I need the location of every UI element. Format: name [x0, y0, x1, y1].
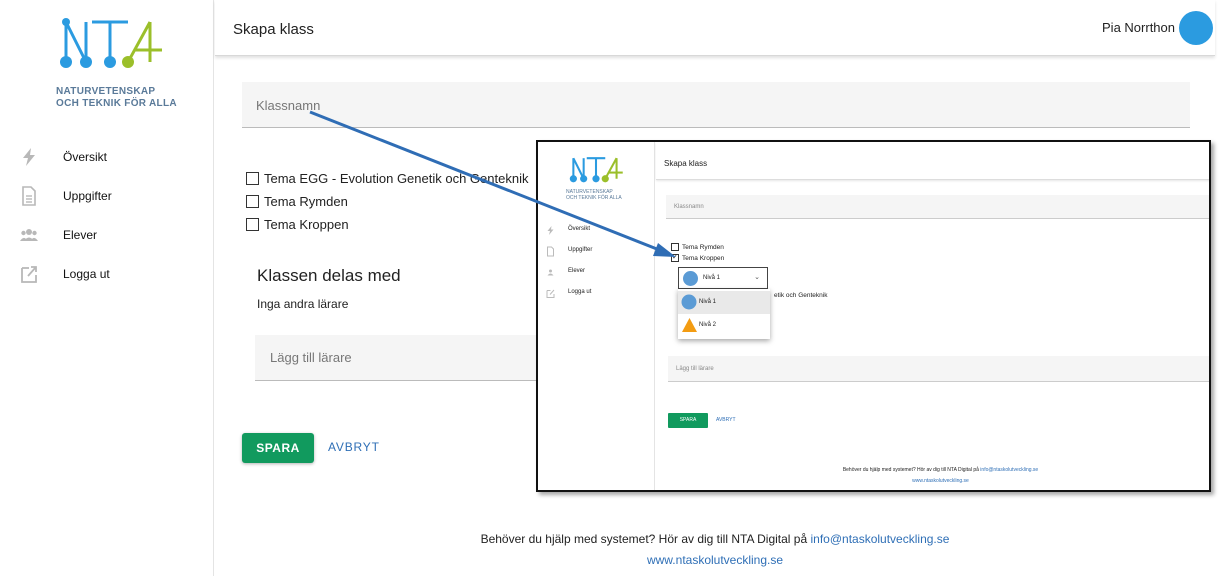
inset-header: Skapa klass [656, 142, 1209, 180]
inset-sidebar-item-label: Logga ut [568, 289, 592, 295]
inset-level-option-label: Nivå 1 [699, 299, 717, 305]
sidebar-item-label: Elever [63, 227, 98, 242]
inset-theme-checkbox-kroppen[interactable]: ✓ Tema Kroppen [671, 254, 724, 262]
inset-level-menu: Nivå 1 Nivå 2 [678, 289, 770, 339]
inset-sidebar-item-oversikt[interactable]: Översikt [538, 222, 655, 242]
lightning-icon [23, 147, 35, 166]
document-icon [22, 185, 36, 206]
page-title: Skapa klass [233, 21, 314, 38]
theme-checkbox-egg[interactable]: Tema EGG - Evolution Genetik och Gentekn… [246, 171, 528, 186]
footer-help: Behöver du hjälp med systemet? Hör av di… [215, 532, 1215, 546]
checkbox-label: Tema EGG - Evolution Genetik och Gentekn… [264, 171, 529, 186]
inset-add-teacher-placeholder: Lägg till lärare [676, 366, 714, 372]
app-window: NATURVETENSKAP OCH TEKNIK FÖR ALLA Övers… [0, 0, 1227, 576]
add-teacher-placeholder: Lägg till lärare [270, 350, 352, 365]
checkbox[interactable] [671, 243, 679, 251]
inset-level-option-1[interactable]: Nivå 1 [678, 291, 770, 314]
inset-level-option-2[interactable]: Nivå 2 [678, 314, 770, 337]
checkbox-checked[interactable]: ✓ [671, 254, 679, 262]
chevron-down-icon: ⌄ [754, 274, 760, 281]
logo-tagline-line-2: OCH TEKNIK FÖR ALLA [56, 98, 177, 109]
sidebar-item-elever[interactable]: Elever [0, 215, 214, 254]
sidebar-item-uppgifter[interactable]: Uppgifter [0, 176, 214, 215]
sidebar-item-oversikt[interactable]: Översikt [0, 137, 214, 176]
avatar[interactable] [1179, 11, 1213, 45]
inset-screenshot: NATURVETENSKAP OCH TEKNIK FÖR ALLA Övers… [536, 140, 1211, 492]
inset-level-select-value: Nivå 1 [703, 275, 721, 281]
inset-logo-tagline-line-2: OCH TEKNIK FÖR ALLA [566, 195, 622, 201]
inset-theme-checkbox-rymden[interactable]: Tema Rymden [671, 243, 724, 251]
inset-sidebar-item-uppgifter[interactable]: Uppgifter [538, 243, 655, 263]
class-name-placeholder: Klassnamn [256, 98, 321, 113]
inset-add-teacher-field[interactable]: Lägg till lärare [668, 356, 1209, 382]
checkbox[interactable] [246, 195, 259, 208]
theme-checkbox-rymden[interactable]: Tema Rymden [246, 194, 348, 209]
sidebar-item-label: Uppgifter [63, 188, 112, 203]
inset-cancel-button[interactable]: AVBRYT [716, 417, 736, 423]
shared-with-none-text: Inga andra lärare [257, 297, 349, 311]
class-name-field[interactable]: Klassnamn [242, 82, 1190, 128]
inset-class-name-placeholder: Klassnamn [674, 204, 704, 210]
inset-footer-help: Behöver du hjälp med systemet? Hör av di… [668, 467, 1209, 473]
checkbox-label: Tema Kroppen [682, 254, 725, 262]
inset-footer-website-link[interactable]: www.ntaskolutveckling.se [912, 478, 969, 484]
theme-checkbox-kroppen[interactable]: Tema Kroppen [246, 217, 349, 232]
sidebar-nav: Översikt Uppgifter Elever Logga ut [0, 137, 214, 293]
footer-website-link[interactable]: www.ntaskolutveckling.se [647, 553, 783, 567]
checkbox[interactable] [246, 172, 259, 185]
inset-sidebar-item-elever[interactable]: Elever [538, 264, 655, 284]
inset-footer-email-link[interactable]: info@ntaskolutveckling.se [980, 467, 1038, 473]
lightning-icon [547, 226, 554, 235]
inset-sidebar-item-logga-ut[interactable]: Logga ut [538, 285, 655, 305]
inset-save-button[interactable]: SPARA [668, 413, 708, 428]
logo-tagline: NATURVETENSKAP OCH TEKNIK FÖR ALLA [56, 86, 177, 110]
external-link-icon [21, 265, 37, 283]
people-icon [547, 269, 554, 276]
checkbox-label: Tema Rymden [682, 243, 724, 251]
sidebar-item-logga-ut[interactable]: Logga ut [0, 254, 214, 293]
checkbox-label: Tema Rymden [264, 194, 348, 209]
external-link-icon [546, 289, 555, 298]
sidebar: NATURVETENSKAP OCH TEKNIK FÖR ALLA Övers… [0, 0, 214, 576]
inset-sidebar-item-label: Elever [568, 268, 586, 274]
inset-level-option-label: Nivå 2 [699, 322, 717, 328]
checkbox[interactable] [246, 218, 259, 231]
top-header: Skapa klass Pia Norrthon [215, 0, 1215, 56]
inset-footer-help-text: Behöver du hjälp med systemet? Hör av di… [842, 467, 981, 473]
inset-nta-logo [569, 157, 623, 183]
sidebar-item-label: Logga ut [63, 266, 110, 281]
inset-sidebar-item-label: Uppgifter [568, 247, 593, 253]
cancel-button[interactable]: AVBRYT [328, 440, 380, 454]
inset-footer-website: www.ntaskolutveckling.se [668, 478, 1209, 484]
footer-website: www.ntaskolutveckling.se [215, 553, 1215, 567]
triangle-level-icon [682, 318, 697, 332]
footer-help-text: Behöver du hjälp med systemet? Hör av di… [480, 532, 811, 546]
inset-logo-tagline: NATURVETENSKAP OCH TEKNIK FÖR ALLA [566, 189, 622, 201]
circle-level-icon [681, 294, 697, 310]
inset-sidebar-item-label: Översikt [568, 226, 591, 232]
checkbox-label: Tema Kroppen [264, 217, 349, 232]
inset-partial-theme-text: etik och Genteknik [774, 292, 828, 299]
inset-sidebar: NATURVETENSKAP OCH TEKNIK FÖR ALLA Övers… [538, 142, 655, 490]
shared-with-heading: Klassen delas med [257, 266, 401, 285]
sidebar-item-label: Översikt [63, 149, 108, 164]
people-icon [20, 228, 38, 241]
user-name[interactable]: Pia Norrthon [1102, 20, 1175, 35]
logo-tagline-line-1: NATURVETENSKAP [56, 86, 156, 97]
document-icon [547, 246, 554, 257]
save-button[interactable]: SPARA [242, 433, 314, 463]
inset-page-title: Skapa klass [664, 159, 708, 168]
footer-email-link[interactable]: info@ntaskolutveckling.se [811, 532, 950, 546]
circle-level-icon [683, 271, 698, 286]
inset-level-select[interactable]: Nivå 1 ⌄ [678, 267, 768, 289]
inset-class-name-field[interactable]: Klassnamn [666, 195, 1209, 219]
